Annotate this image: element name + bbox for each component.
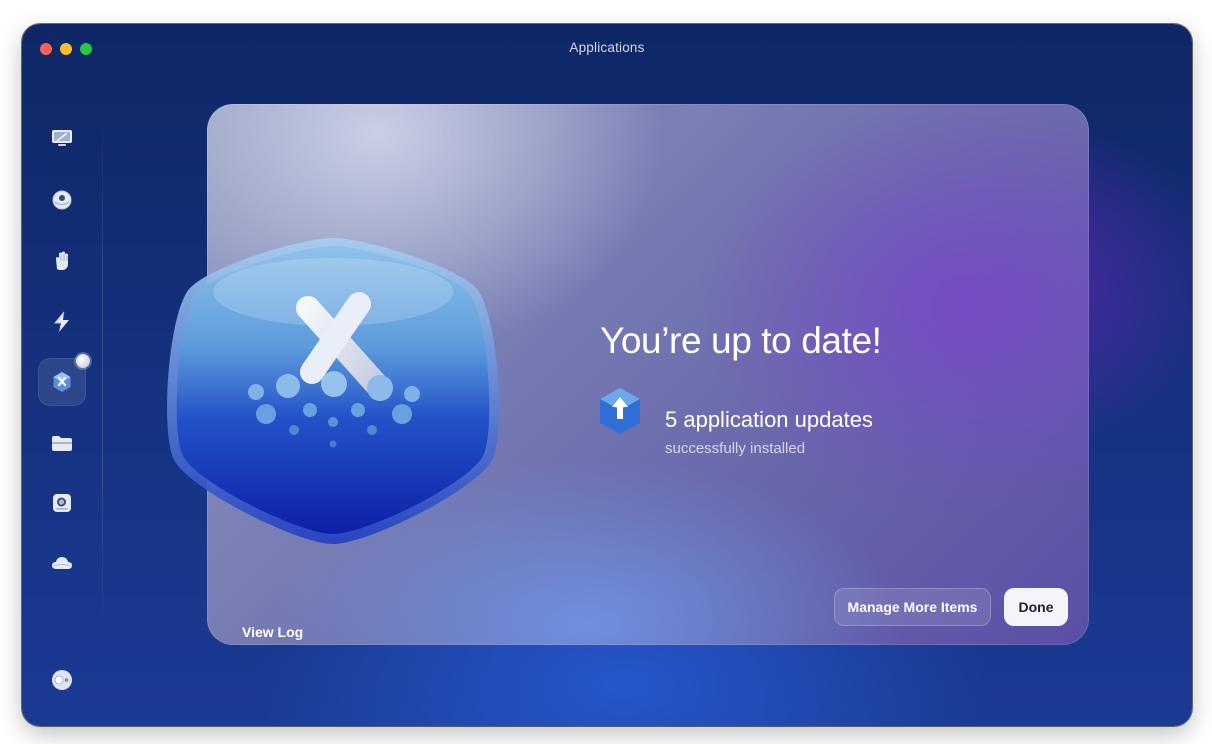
search-disk-icon bbox=[53, 494, 71, 512]
applications-icon bbox=[53, 372, 71, 392]
app-window: Applications You’re up to date! 5 applic… bbox=[22, 24, 1192, 726]
folder-icon bbox=[52, 436, 72, 451]
updates-count: 5 application updates bbox=[665, 407, 873, 432]
hand-icon bbox=[56, 251, 68, 270]
disc-icon bbox=[52, 190, 72, 210]
bolt-icon bbox=[53, 311, 69, 332]
window-title: Applications bbox=[569, 40, 645, 55]
update-arrow-icon bbox=[600, 388, 640, 434]
sidebar-item-space-lens[interactable] bbox=[38, 479, 86, 527]
updates-subtitle: successfully installed bbox=[665, 440, 806, 457]
sidebar-divider bbox=[102, 114, 103, 634]
sidebar-item-my-clutter[interactable] bbox=[38, 419, 86, 467]
sidebar-item-performance[interactable] bbox=[38, 298, 86, 346]
monitor-icon bbox=[52, 130, 72, 146]
sidebar-item-cleanup[interactable] bbox=[38, 176, 86, 224]
sidebar-item-protection[interactable] bbox=[38, 237, 86, 285]
sidebar-item-smart-scan[interactable] bbox=[38, 114, 86, 162]
cloud-icon bbox=[52, 557, 72, 569]
sidebar-item-applications[interactable] bbox=[38, 354, 90, 406]
manage-more-items-button[interactable]: Manage More Items bbox=[834, 588, 991, 626]
sidebar-item-assistant[interactable] bbox=[38, 656, 86, 704]
update-badge-icon bbox=[167, 238, 499, 544]
status-headline: You’re up to date! bbox=[600, 320, 882, 361]
done-button[interactable]: Done bbox=[1004, 588, 1068, 626]
active-indicator bbox=[76, 354, 90, 368]
view-log-link[interactable]: View Log bbox=[240, 620, 305, 644]
toggle-icon bbox=[52, 670, 72, 690]
sidebar-item-cloud[interactable] bbox=[38, 539, 86, 587]
